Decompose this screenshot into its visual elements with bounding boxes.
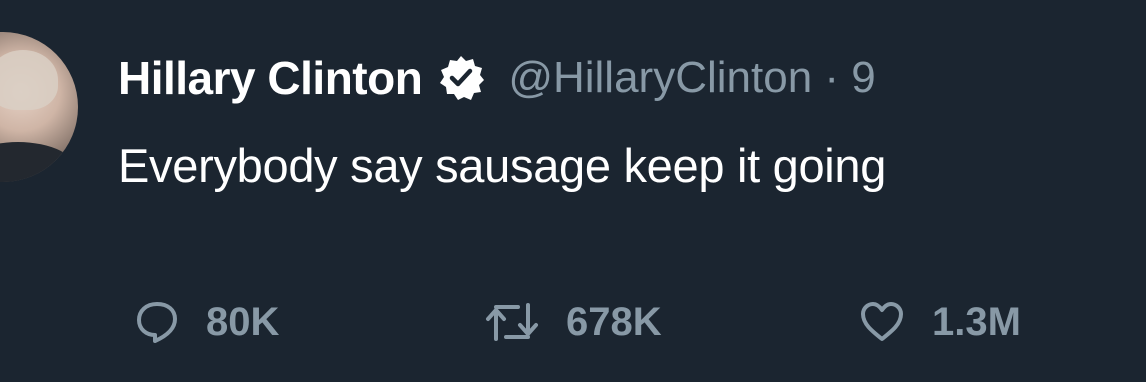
- author-handle[interactable]: @HillaryClinton · 9: [508, 53, 875, 103]
- retweet-icon: [484, 299, 540, 345]
- like-button[interactable]: 1.3M: [858, 290, 1021, 354]
- avatar-hair: [0, 50, 58, 110]
- reply-count: 80K: [206, 299, 280, 344]
- heart-icon: [858, 299, 906, 345]
- avatar-body: [0, 142, 78, 182]
- tweet-actions: 80K 678K 1.3M: [0, 290, 1146, 354]
- retweet-button[interactable]: 678K: [484, 290, 662, 354]
- tweet-header: Hillary Clinton @HillaryClinton · 9: [118, 46, 876, 110]
- reply-button[interactable]: 80K: [134, 290, 279, 354]
- retweet-count: 678K: [566, 299, 662, 344]
- reply-icon: [134, 299, 180, 345]
- like-count: 1.3M: [932, 299, 1021, 344]
- avatar[interactable]: [0, 32, 78, 182]
- verified-badge-icon: [436, 53, 486, 103]
- tweet-text: Everybody say sausage keep it going: [118, 139, 887, 192]
- author-name[interactable]: Hillary Clinton: [118, 51, 423, 105]
- tweet-card[interactable]: Hillary Clinton @HillaryClinton · 9 Ever…: [0, 0, 1146, 382]
